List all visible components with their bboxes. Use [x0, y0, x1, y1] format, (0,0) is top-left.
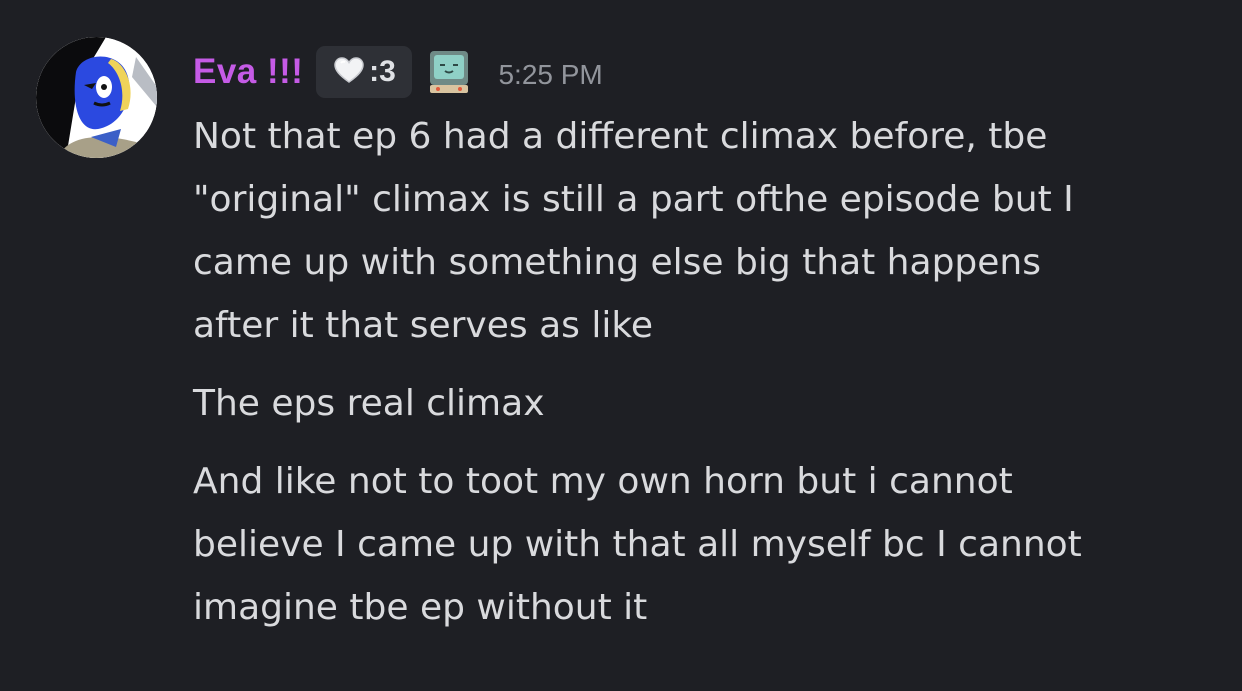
heart-icon: [333, 56, 365, 89]
message-header: Eva !!! :3 5:25 PM: [193, 44, 603, 100]
avatar-image: [36, 37, 157, 158]
message-paragraph: And like not to toot my own horn but i c…: [193, 461, 1082, 628]
chat-message: Eva !!! :3 5:25 PM Not that ep 6 had a d…: [0, 0, 1242, 691]
avatar[interactable]: [36, 37, 157, 158]
tv-face-icon[interactable]: [426, 49, 472, 95]
message-paragraph: The eps real climax: [193, 383, 545, 424]
tag-text: :3: [369, 55, 396, 88]
username[interactable]: Eva !!!: [193, 52, 303, 92]
message-paragraph: Not that ep 6 had a different climax bef…: [193, 116, 1074, 346]
user-tag[interactable]: :3: [316, 46, 413, 98]
timestamp: 5:25 PM: [498, 59, 603, 90]
message-content: Not that ep 6 had a different climax bef…: [193, 105, 1213, 639]
